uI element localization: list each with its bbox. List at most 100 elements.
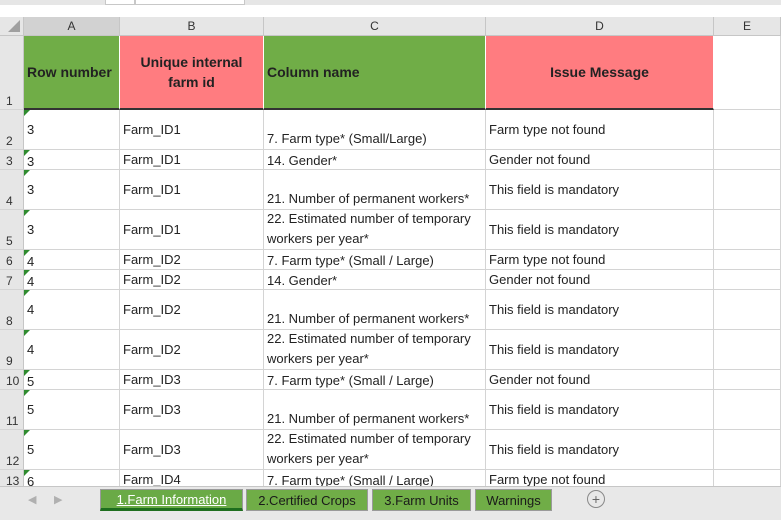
cell-column-name[interactable]: 7. Farm type* (Small / Large)	[264, 370, 486, 390]
cell-farm-id[interactable]: Farm_ID3	[120, 390, 264, 430]
cell-column-name[interactable]: 22. Estimated number of temporary worker…	[264, 210, 486, 250]
cell-farm-id[interactable]: Farm_ID4	[120, 470, 264, 486]
cell-farm-id[interactable]: Farm_ID1	[120, 210, 264, 250]
row-header[interactable]: 6	[0, 250, 24, 270]
cell-issue-message[interactable]: Gender not found	[486, 270, 714, 290]
cell-column-name[interactable]: 7. Farm type* (Small / Large)	[264, 250, 486, 270]
cell-row-number[interactable]: 5	[24, 430, 120, 470]
error-indicator-icon	[24, 250, 30, 256]
cell-empty[interactable]	[714, 430, 781, 470]
row-header[interactable]: 5	[0, 210, 24, 250]
row-header[interactable]: 13	[0, 470, 24, 486]
cell-empty[interactable]	[714, 110, 781, 150]
row-header[interactable]: 12	[0, 430, 24, 470]
sheet-tab-farm-information[interactable]: 1.Farm Information	[100, 489, 243, 511]
header-cell-farm-id[interactable]: Unique internal farm id	[120, 36, 264, 110]
cell-column-name[interactable]: 21. Number of permanent workers*	[264, 290, 486, 330]
spreadsheet-grid[interactable]: A B C D E 1 Row number Unique internal f…	[0, 5, 781, 486]
row-header[interactable]: 9	[0, 330, 24, 370]
cell-farm-id[interactable]: Farm_ID2	[120, 330, 264, 370]
cell-column-name[interactable]: 22. Estimated number of temporary worker…	[264, 430, 486, 470]
cell-row-number[interactable]: 5	[24, 390, 120, 430]
cell-row-number[interactable]: 4	[24, 270, 120, 290]
column-header-c[interactable]: C	[264, 17, 486, 36]
cell-issue-message[interactable]: This field is mandatory	[486, 430, 714, 470]
next-sheet-arrow-icon[interactable]: ▶	[54, 493, 62, 506]
cell-issue-message[interactable]: This field is mandatory	[486, 170, 714, 210]
cell-issue-message[interactable]: This field is mandatory	[486, 210, 714, 250]
header-cell-column-name[interactable]: Column name	[264, 36, 486, 110]
cell-column-name[interactable]: 7. Farm type* (Small/Large)	[264, 110, 486, 150]
cell-row-number[interactable]: 4	[24, 330, 120, 370]
cell-text: Farm_ID2	[123, 272, 181, 287]
row-header[interactable]: 11	[0, 390, 24, 430]
cell-text: 7. Farm type* (Small / Large)	[267, 253, 434, 268]
cell-farm-id[interactable]: Farm_ID1	[120, 110, 264, 150]
cell-issue-message[interactable]: This field is mandatory	[486, 290, 714, 330]
add-sheet-icon[interactable]: +	[587, 490, 605, 508]
header-cell-row-number[interactable]: Row number	[24, 36, 120, 110]
cell-issue-message[interactable]: Gender not found	[486, 370, 714, 390]
cell-row-number[interactable]: 6	[24, 470, 120, 486]
cell-row-number[interactable]: 3	[24, 170, 120, 210]
cell-farm-id[interactable]: Farm_ID2	[120, 270, 264, 290]
cell-row-number[interactable]: 3	[24, 110, 120, 150]
select-all-corner[interactable]	[0, 17, 24, 36]
column-header-e[interactable]: E	[714, 17, 781, 36]
error-indicator-icon	[24, 470, 30, 476]
cell-text: 14. Gender*	[267, 273, 338, 288]
cell-farm-id[interactable]: Farm_ID1	[120, 170, 264, 210]
cell-farm-id[interactable]: Farm_ID1	[120, 150, 264, 170]
sheet-tab-farm-units[interactable]: 3.Farm Units	[372, 489, 471, 511]
cell-row-number[interactable]: 4	[24, 290, 120, 330]
cell-issue-message[interactable]: Gender not found	[486, 150, 714, 170]
cell-text: This field is mandatory	[489, 442, 620, 457]
cell-empty[interactable]	[714, 250, 781, 270]
cell-text: This field is mandatory	[489, 182, 620, 197]
row-header[interactable]: 3	[0, 150, 24, 170]
prev-sheet-arrow-icon[interactable]: ◀	[28, 493, 36, 506]
cell-issue-message[interactable]: Farm type not found	[486, 470, 714, 486]
column-header-a[interactable]: A	[24, 17, 120, 36]
cell-column-name[interactable]: 14. Gender*	[264, 270, 486, 290]
cell-empty[interactable]	[714, 150, 781, 170]
cell-farm-id[interactable]: Farm_ID2	[120, 290, 264, 330]
cell-row-number[interactable]: 3	[24, 150, 120, 170]
cell-empty[interactable]	[714, 370, 781, 390]
cell-issue-message[interactable]: This field is mandatory	[486, 390, 714, 430]
cell-empty[interactable]	[714, 470, 781, 486]
cell-text: Farm type not found	[489, 472, 606, 486]
sheet-tab-warnings[interactable]: Warnings	[475, 489, 552, 511]
cell-column-name[interactable]: 21. Number of permanent workers*	[264, 390, 486, 430]
cell-farm-id[interactable]: Farm_ID2	[120, 250, 264, 270]
cell-empty[interactable]	[714, 210, 781, 250]
sheet-tab-certified-crops[interactable]: 2.Certified Crops	[246, 489, 368, 511]
cell-farm-id[interactable]: Farm_ID3	[120, 370, 264, 390]
cell-empty[interactable]	[714, 170, 781, 210]
cell-row-number[interactable]: 3	[24, 210, 120, 250]
cell-column-name[interactable]: 14. Gender*	[264, 150, 486, 170]
row-header[interactable]: 4	[0, 170, 24, 210]
cell-issue-message[interactable]: Farm type not found	[486, 250, 714, 270]
cell-empty[interactable]	[714, 390, 781, 430]
cell-column-name[interactable]: 22. Estimated number of temporary worker…	[264, 330, 486, 370]
cell-empty[interactable]	[714, 290, 781, 330]
header-cell-issue-message[interactable]: Issue Message	[486, 36, 714, 110]
row-header[interactable]: 2	[0, 110, 24, 150]
cell-row-number[interactable]: 5	[24, 370, 120, 390]
cell-empty[interactable]	[714, 330, 781, 370]
cell-column-name[interactable]: 21. Number of permanent workers*	[264, 170, 486, 210]
row-header[interactable]: 7	[0, 270, 24, 290]
column-header-d[interactable]: D	[486, 17, 714, 36]
column-header-b[interactable]: B	[120, 17, 264, 36]
cell-issue-message[interactable]: Farm type not found	[486, 110, 714, 150]
cell-e1[interactable]	[714, 36, 781, 110]
row-header[interactable]: 1	[0, 36, 24, 110]
cell-row-number[interactable]: 4	[24, 250, 120, 270]
cell-column-name[interactable]: 7. Farm type* (Small / Large)	[264, 470, 486, 486]
cell-empty[interactable]	[714, 270, 781, 290]
cell-farm-id[interactable]: Farm_ID3	[120, 430, 264, 470]
row-header[interactable]: 10	[0, 370, 24, 390]
cell-issue-message[interactable]: This field is mandatory	[486, 330, 714, 370]
row-header[interactable]: 8	[0, 290, 24, 330]
